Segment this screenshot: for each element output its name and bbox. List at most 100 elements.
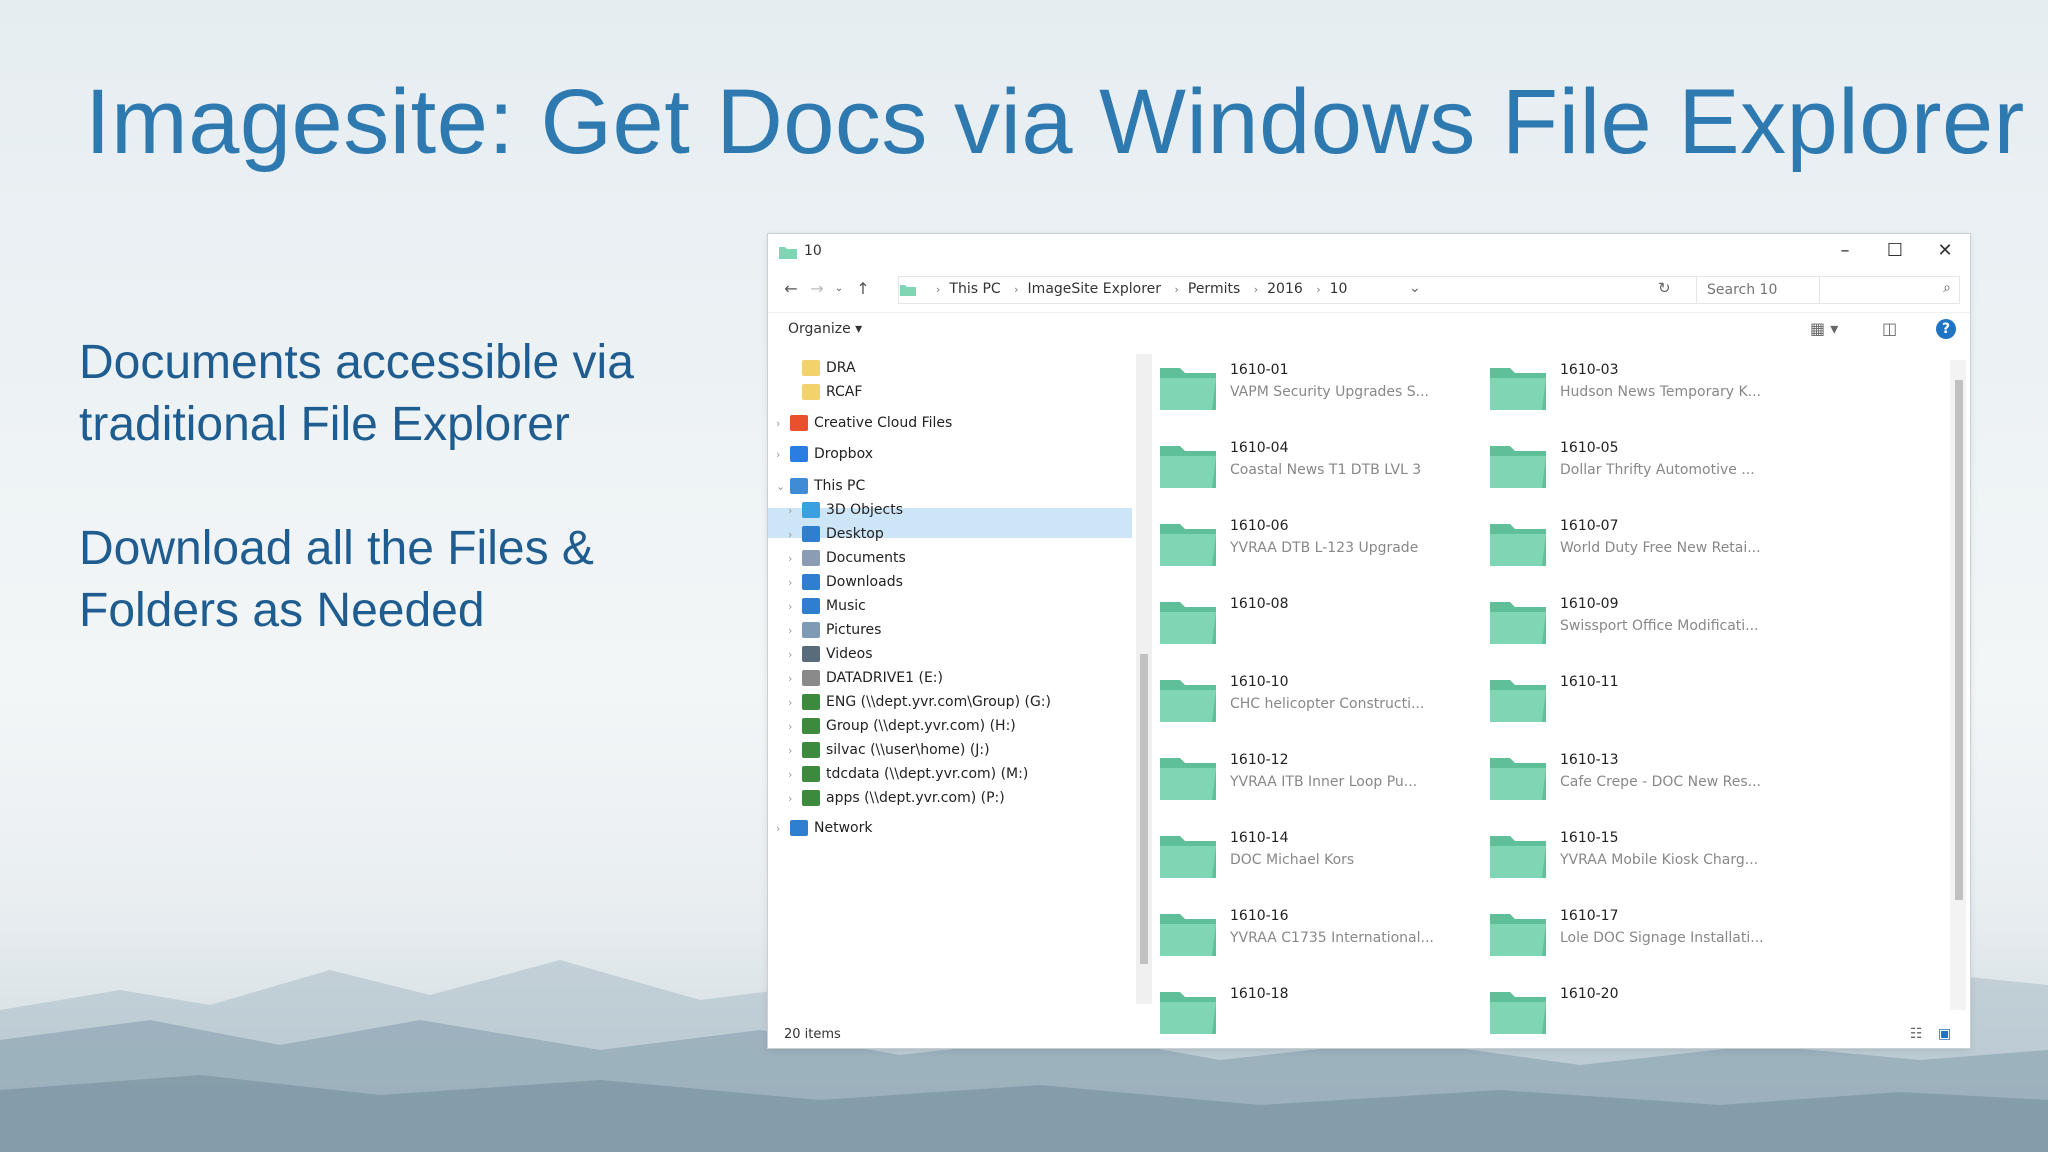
nav-item[interactable]: › Dropbox: [776, 440, 873, 468]
forward-arrow-icon[interactable]: →: [806, 278, 828, 300]
nav-scrollbar[interactable]: [1136, 354, 1152, 1004]
folder-item[interactable]: 1610-14 DOC Michael Kors: [1158, 822, 1478, 888]
folder-icon: [1160, 836, 1216, 878]
chevron-right-icon[interactable]: ›: [776, 441, 790, 469]
network-icon: [790, 820, 808, 836]
recent-chevron-icon[interactable]: ⌄: [828, 278, 850, 300]
folder-description: Dollar Thrifty Automotive ...: [1560, 462, 1755, 478]
pictures-icon: [802, 622, 820, 638]
folder-item[interactable]: 1610-03 Hudson News Temporary K...: [1488, 354, 1808, 420]
3d-objects-icon: [802, 502, 820, 518]
network-drive-icon: [802, 766, 820, 782]
folder-item[interactable]: 1610-13 Cafe Crepe - DOC New Res...: [1488, 744, 1808, 810]
address-bar[interactable]: › This PC › ImageSite Explorer › Permits › 2…: [898, 276, 1820, 304]
folder-item[interactable]: 1610-09 Swissport Office Modificati...: [1488, 588, 1808, 654]
folder-name: 1610-09: [1560, 596, 1619, 612]
folder-name: 1610-18: [1230, 986, 1289, 1002]
folder-name: 1610-15: [1560, 830, 1619, 846]
nav-item-label: ENG (\\dept.yvr.com\Group) (G:): [826, 694, 1051, 710]
folder-description: Hudson News Temporary K...: [1560, 384, 1761, 400]
drive-icon: [802, 670, 820, 686]
folder-item[interactable]: 1610-15 YVRAA Mobile Kiosk Charg...: [1488, 822, 1808, 888]
content-scrollbar-thumb[interactable]: [1955, 380, 1963, 900]
minimize-button[interactable]: –: [1820, 236, 1870, 266]
title-bar[interactable]: 10 – ☐ ✕: [768, 234, 1970, 268]
slide-title: Imagesite: Get Docs via Windows File Exp…: [85, 71, 2025, 173]
nav-item-label: Music: [826, 598, 866, 614]
folder-item[interactable]: 1610-08: [1158, 588, 1478, 654]
folder-icon: [1490, 524, 1546, 566]
file-explorer-window: 10 – ☐ ✕ ← → ⌄ ↑ › This PC › ImageSite Exp…: [768, 234, 1970, 1048]
folder-description: YVRAA DTB L-123 Upgrade: [1230, 540, 1419, 556]
folder-name: 1610-03: [1560, 362, 1619, 378]
folder-description: YVRAA ITB Inner Loop Pu...: [1230, 774, 1418, 790]
breadcrumb-item[interactable]: This PC: [949, 281, 1000, 297]
details-view-icon[interactable]: ☷: [1910, 1026, 1923, 1042]
folder-icon: [779, 247, 797, 259]
organize-button[interactable]: Organize ▾: [788, 321, 862, 337]
nav-item[interactable]: RCAF: [788, 378, 862, 406]
nav-item-label: DATADRIVE1 (E:): [826, 670, 943, 686]
help-icon[interactable]: ?: [1936, 319, 1956, 339]
content-scrollbar[interactable]: [1950, 360, 1966, 1010]
folder-icon: [1490, 914, 1546, 956]
folder-item[interactable]: 1610-12 YVRAA ITB Inner Loop Pu...: [1158, 744, 1478, 810]
search-box[interactable]: ⌕: [1696, 276, 1960, 304]
folder-item[interactable]: 1610-17 Lole DOC Signage Installati...: [1488, 900, 1808, 966]
search-input[interactable]: [1705, 281, 1929, 299]
chevron-right-icon[interactable]: ›: [776, 815, 790, 843]
folder-item[interactable]: 1610-06 YVRAA DTB L-123 Upgrade: [1158, 510, 1478, 576]
folder-icon: [1490, 680, 1546, 722]
chevron-right-icon[interactable]: ›: [788, 785, 802, 813]
folder-icon: [900, 285, 916, 296]
folder-name: 1610-06: [1230, 518, 1289, 534]
window-title: 10: [804, 243, 822, 259]
folder-description: World Duty Free New Retai...: [1560, 540, 1761, 556]
folder-name: 1610-04: [1230, 440, 1289, 456]
large-icons-view-icon[interactable]: ▣: [1938, 1026, 1951, 1042]
nav-item-label: RCAF: [826, 384, 863, 400]
folder-item[interactable]: 1610-10 CHC helicopter Constructi...: [1158, 666, 1478, 732]
folder-item[interactable]: 1610-11: [1488, 666, 1808, 732]
folder-item[interactable]: 1610-07 World Duty Free New Retai...: [1488, 510, 1808, 576]
folder-description: VAPM Security Upgrades S...: [1230, 384, 1430, 400]
folder-name: 1610-01: [1230, 362, 1289, 378]
folder-name: 1610-17: [1560, 908, 1619, 924]
folder-icon: [1160, 602, 1216, 644]
folder-description: Coastal News T1 DTB LVL 3: [1230, 462, 1422, 478]
nav-item-label: 3D Objects: [826, 502, 904, 518]
folder-item[interactable]: 1610-16 YVRAA C1735 International...: [1158, 900, 1478, 966]
folder-description: Cafe Crepe - DOC New Res...: [1560, 774, 1762, 790]
view-options-icon[interactable]: ▦ ▾: [1810, 319, 1838, 338]
refresh-icon[interactable]: ↻: [1658, 279, 1671, 297]
maximize-button[interactable]: ☐: [1870, 236, 1920, 266]
up-arrow-icon[interactable]: ↑: [852, 278, 874, 300]
organize-label: Organize: [788, 321, 851, 337]
preview-pane-icon[interactable]: ◫: [1882, 319, 1897, 338]
folder-icon: [1160, 446, 1216, 488]
back-arrow-icon[interactable]: ←: [780, 278, 802, 300]
nav-item-label: Documents: [826, 550, 906, 566]
downloads-icon: [802, 574, 820, 590]
breadcrumb-item[interactable]: ImageSite Explorer: [1028, 281, 1161, 297]
item-count: 20 items: [784, 1027, 841, 1042]
folder-description: DOC Michael Kors: [1230, 852, 1355, 868]
address-dropdown-icon[interactable]: ⌄: [1409, 280, 1421, 296]
nav-item[interactable]: › Network: [776, 814, 872, 842]
close-button[interactable]: ✕: [1920, 236, 1970, 266]
chevron-right-icon[interactable]: ›: [776, 410, 790, 438]
folder-item[interactable]: 1610-04 Coastal News T1 DTB LVL 3: [1158, 432, 1478, 498]
folder-item[interactable]: 1610-05 Dollar Thrifty Automotive ...: [1488, 432, 1808, 498]
pc-icon: [790, 478, 808, 494]
nav-item-label: Group (\\dept.yvr.com) (H:): [826, 718, 1016, 734]
folder-item[interactable]: 1610-01 VAPM Security Upgrades S...: [1158, 354, 1478, 420]
nav-item-label: DRA: [826, 360, 856, 376]
nav-item[interactable]: › apps (\\dept.yvr.com) (P:): [788, 784, 1005, 812]
breadcrumb-item[interactable]: Permits: [1188, 281, 1240, 297]
music-icon: [802, 598, 820, 614]
nav-item[interactable]: › Creative Cloud Files: [776, 409, 952, 437]
nav-scrollbar-thumb[interactable]: [1140, 654, 1148, 964]
search-icon[interactable]: ⌕: [1943, 280, 1951, 296]
breadcrumb-item[interactable]: 10: [1330, 281, 1348, 297]
breadcrumb-item[interactable]: 2016: [1267, 281, 1303, 297]
